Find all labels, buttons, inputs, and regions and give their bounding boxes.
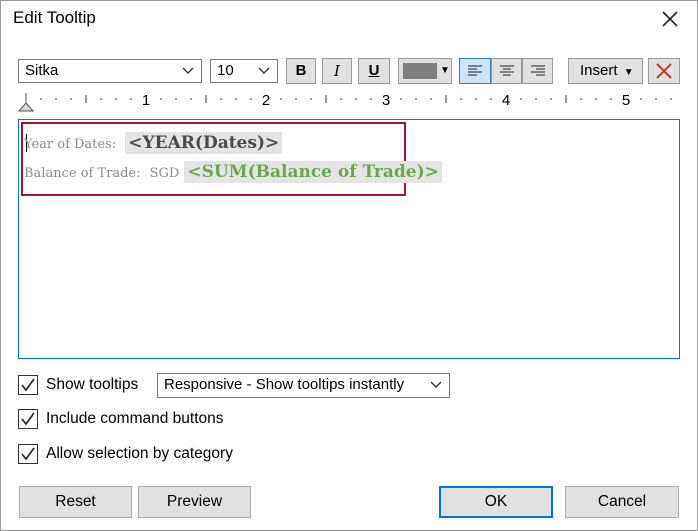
close-button[interactable] <box>656 5 684 33</box>
align-center-icon <box>499 65 514 76</box>
cancel-button[interactable]: Cancel <box>565 486 679 518</box>
clear-formatting-button[interactable] <box>648 58 680 84</box>
ruler-label: 5 <box>622 92 630 109</box>
align-left-button[interactable] <box>459 58 491 84</box>
show-tooltips-label: Show tooltips <box>46 376 139 393</box>
underline-button[interactable]: U <box>358 58 390 84</box>
edit-tooltip-dialog: Edit Tooltip Sitka 10 B I U ▼ Insert ▼ 1… <box>0 0 698 531</box>
tooltip-mode-value: Responsive - Show tooltips instantly <box>164 376 405 393</box>
align-right-icon <box>530 65 545 76</box>
align-right-button[interactable] <box>522 58 553 84</box>
tooltip-line-year: Year of Dates: <YEAR(Dates)> <box>24 132 283 154</box>
font-size-select[interactable]: 10 <box>210 59 278 83</box>
ruler: 1 2 3 4 5 <box>17 89 680 113</box>
red-x-icon <box>656 63 672 79</box>
preview-button[interactable]: Preview <box>138 486 251 518</box>
ruler-label: 2 <box>262 92 270 109</box>
year-label: Year of Dates: <box>24 137 117 152</box>
checkmark-icon <box>21 447 35 461</box>
include-command-buttons-label: Include command buttons <box>46 410 224 427</box>
balance-label: Balance of Trade: <box>24 166 141 181</box>
ruler-label: 1 <box>142 92 150 109</box>
show-tooltips-checkbox[interactable] <box>18 375 38 395</box>
tooltip-editor[interactable]: Year of Dates: <YEAR(Dates)> Balance of … <box>18 119 680 359</box>
allow-selection-label: Allow selection by category <box>46 445 233 462</box>
currency-prefix: SGD <box>149 166 180 181</box>
year-field-token[interactable]: <YEAR(Dates)> <box>125 132 283 154</box>
font-size-value: 10 <box>217 62 234 79</box>
checkmark-icon <box>21 412 35 426</box>
indent-marker[interactable] <box>17 102 35 112</box>
include-command-buttons-checkbox[interactable] <box>18 409 38 429</box>
ruler-label: 4 <box>502 92 510 109</box>
tooltip-mode-select[interactable]: Responsive - Show tooltips instantly <box>157 373 450 398</box>
checkmark-icon <box>21 378 35 392</box>
chevron-down-icon <box>182 67 194 74</box>
chevron-down-icon <box>430 381 442 388</box>
insert-button[interactable]: Insert ▼ <box>568 58 643 84</box>
dropdown-caret-icon: ▼ <box>623 67 634 78</box>
close-icon <box>662 11 678 27</box>
dropdown-caret-icon: ▼ <box>440 65 450 76</box>
align-center-button[interactable] <box>491 58 522 84</box>
ruler-label: 3 <box>382 92 390 109</box>
tooltip-line-balance: Balance of Trade: SGD <SUM(Balance of Tr… <box>24 161 442 183</box>
text-color-button[interactable]: ▼ <box>398 58 452 84</box>
balance-field-token[interactable]: <SUM(Balance of Trade)> <box>184 161 442 183</box>
font-family-select[interactable]: Sitka <box>18 59 202 83</box>
title-bar: Edit Tooltip <box>1 1 697 37</box>
allow-selection-checkbox[interactable] <box>18 444 38 464</box>
insert-label: Insert <box>580 62 618 79</box>
dialog-title: Edit Tooltip <box>13 8 96 27</box>
align-left-icon <box>468 65 482 76</box>
bold-button[interactable]: B <box>286 58 316 84</box>
chevron-down-icon <box>258 67 270 74</box>
reset-button[interactable]: Reset <box>19 486 132 518</box>
font-family-value: Sitka <box>25 62 59 79</box>
color-swatch <box>403 63 437 79</box>
ok-button[interactable]: OK <box>439 486 553 518</box>
italic-button[interactable]: I <box>322 58 352 84</box>
